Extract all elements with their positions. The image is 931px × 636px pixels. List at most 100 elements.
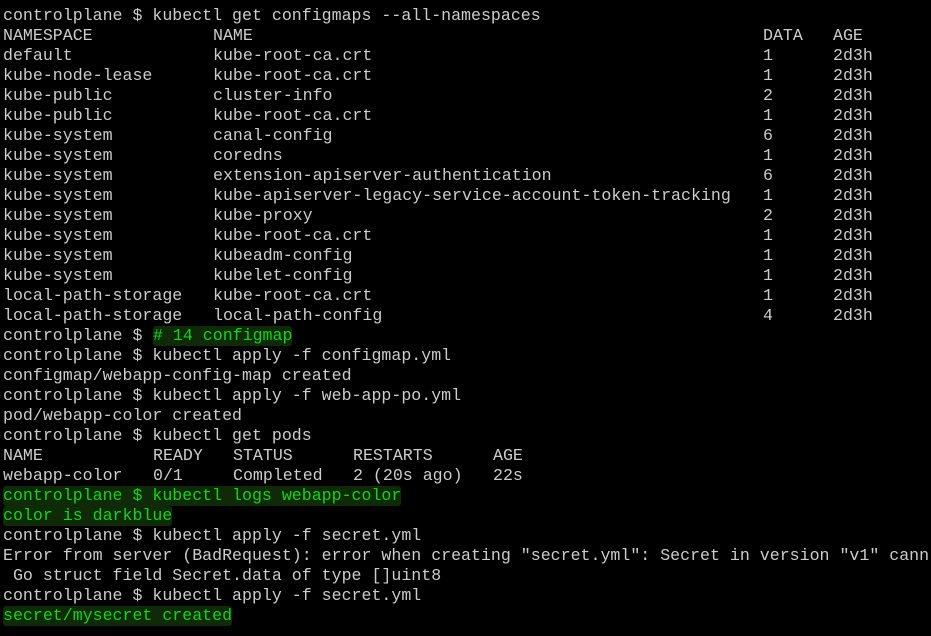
cell-age: 2d3h: [833, 306, 873, 325]
cell-data: 1: [763, 186, 773, 205]
table-row: kube-node-lease kube-root-ca.crt 1 2d3h: [0, 66, 931, 86]
cell-name: kube-apiserver-legacy-service-account-to…: [213, 186, 731, 205]
cell-namespace: local-path-storage: [3, 286, 183, 305]
cell-age: 2d3h: [833, 226, 873, 245]
table-row: kube-public cluster-info 2 2d3h: [0, 86, 931, 106]
cell-name: kube-root-ca.crt: [213, 286, 373, 305]
table-row: local-path-storage kube-root-ca.crt 1 2d3h: [0, 286, 931, 306]
cell-namespace: kube-public: [3, 106, 113, 125]
column-header-name: NAME: [3, 446, 43, 465]
cell-name: kube-root-ca.crt: [213, 66, 373, 85]
cell-name: kubeadm-config: [213, 246, 353, 265]
table-row: default kube-root-ca.crt 1 2d3h: [0, 46, 931, 66]
table-row: local-path-storage local-path-config 4 2d3h: [0, 306, 931, 326]
cell-age: 2d3h: [833, 166, 873, 185]
cell-name: kube-proxy: [213, 206, 313, 225]
cell-age: 2d3h: [833, 246, 873, 265]
table-row: kube-system kubeadm-config 1 2d3h: [0, 246, 931, 266]
cell-data: 2: [763, 206, 773, 225]
column-header-ready: READY: [153, 446, 203, 465]
pod-ready: 0/1: [153, 466, 183, 485]
command-line: controlplane $ kubectl get pods: [0, 426, 931, 446]
column-header-restarts: RESTARTS: [353, 446, 433, 465]
output-text: color is darkblue: [3, 506, 173, 526]
cell-namespace: kube-system: [3, 186, 113, 205]
cell-age: 2d3h: [833, 86, 873, 105]
cell-namespace: kube-public: [3, 86, 113, 105]
cell-namespace: kube-system: [3, 226, 113, 245]
output-line: secret/mysecret created: [0, 606, 931, 626]
output-line: pod/webapp-color created: [0, 406, 931, 426]
comment-line: controlplane $ # 14 configmap: [0, 326, 931, 346]
cell-namespace: kube-system: [3, 146, 113, 165]
prompt-text: controlplane $: [3, 326, 153, 345]
table-row: kube-system extension-apiserver-authentic…: [0, 166, 931, 186]
cell-data: 1: [763, 146, 773, 165]
output-line: configmap/webapp-config-map created: [0, 366, 931, 386]
cell-age: 2d3h: [833, 126, 873, 145]
command-line: controlplane $ kubectl apply -f secret.y…: [0, 526, 931, 546]
column-header-name: NAME: [213, 26, 253, 45]
cell-data: 1: [763, 246, 773, 265]
cell-namespace: kube-system: [3, 126, 113, 145]
cell-data: 1: [763, 286, 773, 305]
cell-data: 1: [763, 106, 773, 125]
command-text: controlplane $ kubectl get pods: [3, 426, 312, 445]
cell-name: extension-apiserver-authentication: [213, 166, 552, 185]
column-header-data: DATA: [763, 26, 803, 45]
cell-name: kube-root-ca.crt: [213, 106, 373, 125]
cell-namespace: kube-node-lease: [3, 66, 153, 85]
cell-name: kubelet-config: [213, 266, 353, 285]
cell-namespace: local-path-storage: [3, 306, 183, 325]
cell-name: local-path-config: [213, 306, 383, 325]
command-text: controlplane $ kubectl logs webapp-color: [3, 486, 402, 506]
cell-age: 2d3h: [833, 206, 873, 225]
cell-age: 2d3h: [833, 106, 873, 125]
table-row: webapp-color 0/1 Completed 2 (20s ago) 2…: [0, 466, 931, 486]
output-text: configmap/webapp-config-map created: [3, 366, 352, 385]
cell-namespace: kube-system: [3, 166, 113, 185]
error-text: Error from server (BadRequest): error wh…: [3, 546, 930, 565]
cell-data: 6: [763, 126, 773, 145]
command-text: controlplane $ kubectl apply -f secret.y…: [3, 526, 422, 545]
configmaps-table-header: NAMESPACE NAME DATA AGE: [0, 26, 931, 46]
output-line: color is darkblue: [0, 506, 931, 526]
cell-data: 1: [763, 226, 773, 245]
table-row: kube-system kube-apiserver-legacy-service…: [0, 186, 931, 206]
cell-data: 1: [763, 46, 773, 65]
cell-data: 1: [763, 66, 773, 85]
cell-data: 2: [763, 86, 773, 105]
cell-age: 2d3h: [833, 286, 873, 305]
cell-data: 1: [763, 266, 773, 285]
column-header-age: AGE: [833, 26, 863, 45]
cell-name: kube-root-ca.crt: [213, 226, 373, 245]
terminal-window[interactable]: controlplane $ kubectl get configmaps --…: [0, 0, 931, 636]
output-text: secret/mysecret created: [3, 606, 233, 626]
error-line: Error from server (BadRequest): error wh…: [0, 546, 931, 566]
command-text: controlplane $ kubectl apply -f configma…: [3, 346, 452, 365]
command-line: controlplane $ kubectl apply -f configma…: [0, 346, 931, 366]
table-row: kube-system kubelet-config 1 2d3h: [0, 266, 931, 286]
table-row: kube-system canal-config 6 2d3h: [0, 126, 931, 146]
table-row: kube-public kube-root-ca.crt 1 2d3h: [0, 106, 931, 126]
cell-age: 2d3h: [833, 66, 873, 85]
command-text: controlplane $ kubectl apply -f web-app-…: [3, 386, 462, 405]
table-row: kube-system kube-proxy 2 2d3h: [0, 206, 931, 226]
cell-age: 2d3h: [833, 146, 873, 165]
cell-name: kube-root-ca.crt: [213, 46, 373, 65]
pods-table-header: NAME READY STATUS RESTARTS AGE: [0, 446, 931, 466]
command-line: controlplane $ kubectl apply -f secret.y…: [0, 586, 931, 606]
cell-name: canal-config: [213, 126, 333, 145]
comment-text: # 14 configmap: [153, 326, 293, 346]
pod-restarts: 2 (20s ago): [353, 466, 463, 485]
command-text: controlplane $ kubectl apply -f secret.y…: [3, 586, 422, 605]
cell-data: 4: [763, 306, 773, 325]
table-row: kube-system kube-root-ca.crt 1 2d3h: [0, 226, 931, 246]
configmaps-table-body: default kube-root-ca.crt 1 2d3h kube-node-le…: [0, 46, 931, 326]
cell-age: 2d3h: [833, 46, 873, 65]
column-header-namespace: NAMESPACE: [3, 26, 93, 45]
cell-data: 6: [763, 166, 773, 185]
pod-name: webapp-color: [3, 466, 123, 485]
output-text: pod/webapp-color created: [3, 406, 242, 425]
cell-name: coredns: [213, 146, 283, 165]
